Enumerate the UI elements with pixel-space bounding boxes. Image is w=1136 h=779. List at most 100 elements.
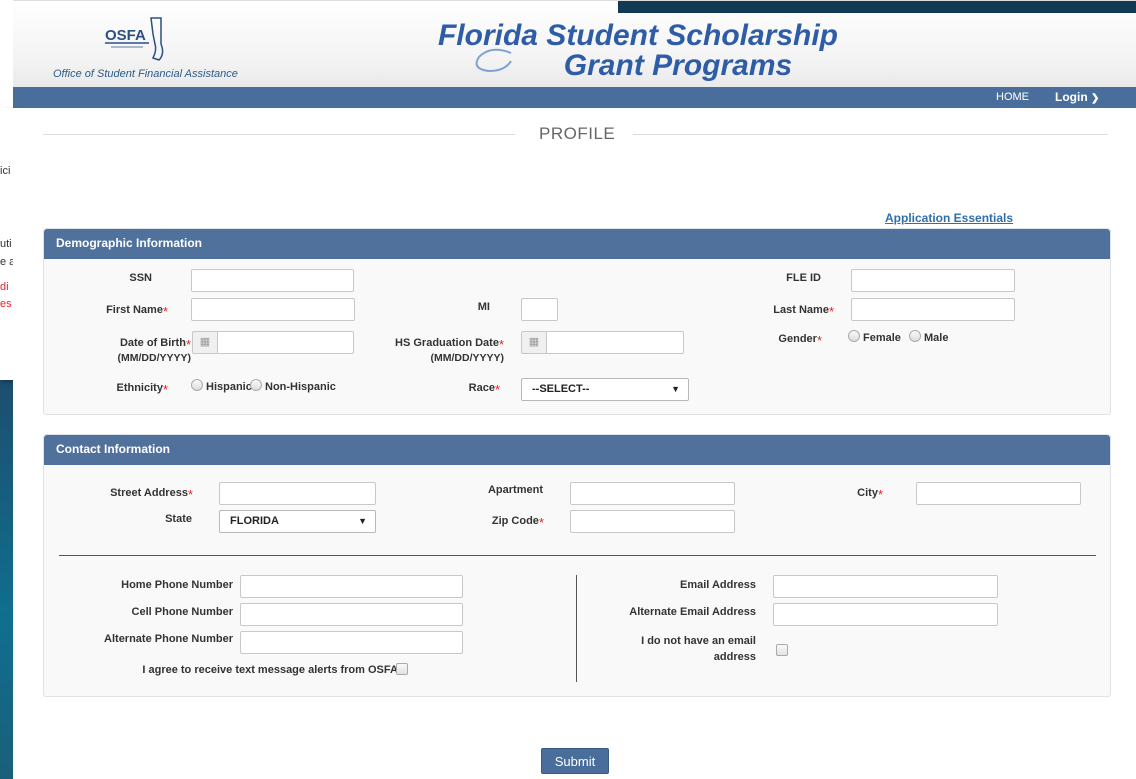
state-select[interactable]: FLORIDA ▼ bbox=[219, 510, 376, 533]
dob-input[interactable] bbox=[217, 331, 354, 354]
fle-id-input[interactable] bbox=[851, 269, 1015, 292]
gender-female-radio[interactable]: Female bbox=[848, 330, 901, 344]
cell-phone-label: Cell Phone Number bbox=[131, 606, 233, 618]
alt-email-input[interactable] bbox=[773, 603, 998, 626]
last-name-label: Last Name* bbox=[773, 304, 834, 319]
header-top-band bbox=[618, 1, 1136, 13]
section-heading: Demographic Information bbox=[44, 229, 1110, 259]
race-label-text: Race bbox=[468, 382, 495, 394]
last-name-label-text: Last Name bbox=[773, 304, 829, 316]
gender-male-radio[interactable]: Male bbox=[909, 330, 948, 344]
behind-text-3: e a bbox=[0, 256, 14, 268]
gender-label-text: Gender bbox=[778, 333, 817, 345]
text-alerts-checkbox[interactable] bbox=[396, 663, 408, 675]
behind-text-4: di bbox=[0, 281, 9, 293]
gender-label: Gender* bbox=[778, 333, 822, 348]
nav-home-link[interactable]: HOME bbox=[996, 91, 1029, 103]
top-navbar: HOME Login ❯ bbox=[13, 87, 1136, 108]
dob-label: Date of Birth* (MM/DD/YYYY) bbox=[74, 337, 192, 364]
apartment-label: Apartment bbox=[487, 484, 543, 496]
background-window: ici uti e a di es bbox=[0, 108, 14, 380]
required-asterisk: * bbox=[185, 337, 191, 352]
last-name-input[interactable] bbox=[851, 298, 1015, 321]
home-phone-input[interactable] bbox=[240, 575, 463, 598]
ethnicity-label-text: Ethnicity bbox=[116, 382, 163, 394]
state-label: State bbox=[165, 513, 192, 525]
radio-label: Female bbox=[863, 332, 901, 344]
ssn-input[interactable] bbox=[191, 269, 354, 292]
required-asterisk: * bbox=[538, 515, 544, 530]
dropdown-arrow-icon: ▼ bbox=[671, 384, 680, 394]
column-divider bbox=[576, 575, 577, 682]
ethnicity-non-hispanic-radio[interactable]: Non-Hispanic bbox=[250, 379, 336, 393]
alt-phone-label: Alternate Phone Number bbox=[104, 633, 233, 645]
radio-circle bbox=[848, 330, 860, 342]
alt-phone-input[interactable] bbox=[240, 631, 463, 654]
submit-button[interactable]: Submit bbox=[541, 748, 609, 774]
no-email-label: I do not have an email address bbox=[604, 633, 756, 665]
city-label-text: City bbox=[857, 487, 878, 499]
required-asterisk: * bbox=[162, 382, 168, 397]
no-email-checkbox[interactable] bbox=[776, 644, 788, 656]
street-address-label: Street Address* bbox=[110, 487, 193, 502]
dropdown-arrow-icon: ▼ bbox=[358, 516, 367, 526]
org-name: Office of Student Financial Assistance bbox=[53, 68, 238, 80]
required-asterisk: * bbox=[494, 382, 500, 397]
contact-section: Contact Information Street Address* Apar… bbox=[43, 434, 1111, 697]
apartment-input[interactable] bbox=[570, 482, 735, 505]
main-content: PROFILE Application Essentials Demograph… bbox=[13, 108, 1136, 779]
hs-grad-input[interactable] bbox=[546, 331, 684, 354]
city-input[interactable] bbox=[916, 482, 1081, 505]
zip-code-input[interactable] bbox=[570, 510, 735, 533]
dob-label-text: Date of Birth bbox=[119, 337, 186, 349]
race-label: Race* bbox=[469, 382, 500, 397]
ethnicity-hispanic-radio[interactable]: Hispanic bbox=[191, 379, 252, 393]
required-asterisk: * bbox=[498, 337, 504, 352]
required-asterisk: * bbox=[877, 487, 883, 502]
zip-code-label-text: Zip Code bbox=[491, 515, 539, 527]
radio-circle bbox=[250, 379, 262, 391]
ethnicity-label: Ethnicity* bbox=[116, 382, 168, 397]
no-email-label-line2: address bbox=[713, 651, 756, 663]
fle-id-label: FLE ID bbox=[786, 272, 821, 284]
zip-code-label: Zip Code* bbox=[492, 515, 544, 530]
text-alerts-label: I agree to receive text message alerts f… bbox=[142, 664, 401, 676]
required-asterisk: * bbox=[816, 333, 822, 348]
calendar-icon[interactable]: ▦ bbox=[521, 331, 547, 354]
required-asterisk: * bbox=[162, 304, 168, 319]
demographic-section: Demographic Information SSN FLE ID First… bbox=[43, 228, 1111, 415]
nav-login-dropdown[interactable]: Login ❯ bbox=[1055, 90, 1099, 104]
ssn-label: SSN bbox=[129, 272, 152, 284]
site-header: OSFA Office of Student Financial Assista… bbox=[13, 0, 1136, 88]
radio-circle bbox=[909, 330, 921, 342]
first-name-label: First Name* bbox=[106, 304, 168, 319]
race-select[interactable]: --SELECT-- ▼ bbox=[521, 378, 689, 401]
mi-input[interactable] bbox=[521, 298, 558, 321]
dob-format: (MM/DD/YYYY) bbox=[117, 352, 192, 364]
radio-label: Male bbox=[924, 332, 949, 344]
desktop-background bbox=[0, 380, 13, 779]
mi-label: MI bbox=[477, 301, 490, 313]
nav-login-label: Login bbox=[1055, 90, 1088, 104]
email-label: Email Address bbox=[679, 579, 756, 591]
hs-grad-label-text: HS Graduation Date bbox=[395, 337, 499, 349]
application-essentials-link[interactable]: Application Essentials bbox=[885, 211, 1013, 225]
cell-phone-input[interactable] bbox=[240, 603, 463, 626]
behind-text-5: es bbox=[0, 298, 12, 310]
site-title-line1: Florida Student Scholarship bbox=[437, 19, 839, 52]
calendar-icon[interactable]: ▦ bbox=[192, 331, 218, 354]
heading-divider-left bbox=[43, 134, 515, 135]
street-address-input[interactable] bbox=[219, 482, 376, 505]
heading-divider-right bbox=[633, 134, 1108, 135]
hs-grad-label: HS Graduation Date* (MM/DD/YYYY) bbox=[374, 337, 504, 364]
home-phone-label: Home Phone Number bbox=[121, 579, 233, 591]
hs-grad-format: (MM/DD/YYYY) bbox=[430, 352, 505, 364]
behind-text-1: ici bbox=[0, 165, 11, 177]
logo-text: OSFA bbox=[105, 27, 146, 44]
osfa-logo[interactable]: OSFA bbox=[103, 14, 173, 64]
chevron-down-icon: ❯ bbox=[1091, 93, 1100, 104]
section-divider bbox=[59, 555, 1096, 556]
email-input[interactable] bbox=[773, 575, 998, 598]
race-select-value: --SELECT-- bbox=[532, 383, 590, 395]
first-name-input[interactable] bbox=[191, 298, 355, 321]
